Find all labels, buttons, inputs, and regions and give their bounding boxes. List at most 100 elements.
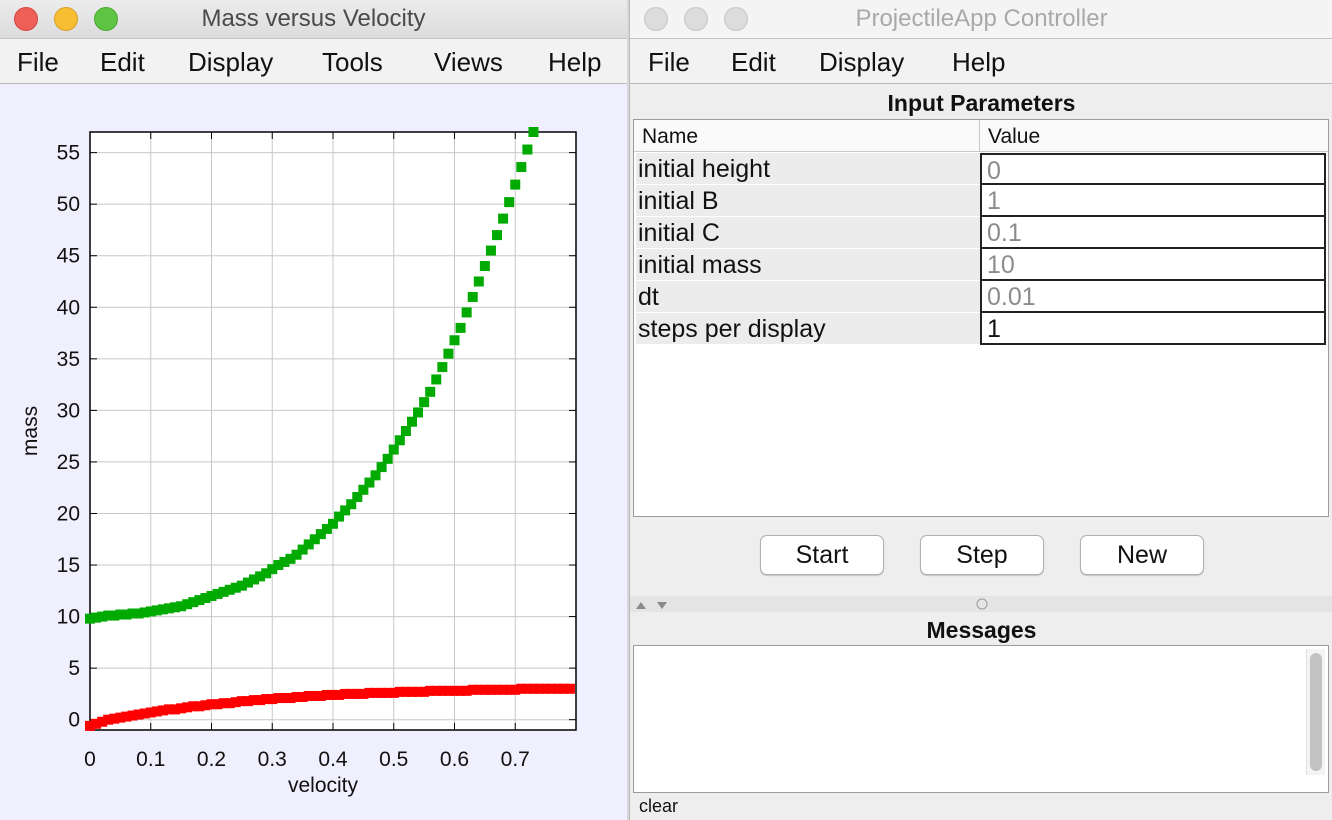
y-tick-label: 20 — [57, 502, 80, 525]
window-title: Mass versus Velocity — [201, 5, 426, 32]
minimize-window-button[interactable] — [684, 7, 708, 31]
menu-help[interactable]: Help — [952, 39, 1005, 85]
data-point — [528, 127, 539, 137]
param-name: steps per display — [636, 313, 980, 345]
messages-scrollbar[interactable] — [1306, 649, 1325, 775]
param-value-input[interactable]: 0 — [980, 153, 1326, 185]
x-tick-label: 0.1 — [136, 748, 165, 771]
data-point — [498, 213, 509, 224]
data-point — [504, 197, 515, 208]
new-button[interactable]: New — [1080, 535, 1204, 575]
menu-edit[interactable]: Edit — [731, 39, 776, 85]
data-point — [564, 683, 575, 694]
x-tick-label: 0.2 — [197, 748, 226, 771]
menu-bar: File Edit Display Help — [630, 39, 1332, 84]
table-body: initial height 0 initial B 1 initial C 0… — [634, 153, 1328, 345]
data-point — [394, 435, 405, 446]
column-header-value[interactable]: Value — [980, 120, 1328, 152]
x-tick-label: 0.3 — [258, 748, 287, 771]
menu-tools[interactable]: Tools — [322, 39, 383, 85]
zoom-window-button[interactable] — [724, 7, 748, 31]
data-point — [479, 261, 490, 272]
step-button[interactable]: Step — [920, 535, 1044, 575]
data-point — [522, 144, 533, 155]
param-name: initial mass — [636, 249, 980, 281]
menu-display[interactable]: Display — [188, 39, 273, 85]
y-tick-label: 15 — [57, 554, 80, 577]
divider-grip-icon[interactable] — [976, 598, 988, 610]
window-titlebar[interactable]: ProjectileApp Controller — [630, 0, 1332, 39]
data-point — [437, 362, 448, 373]
data-point — [443, 348, 454, 359]
window-title: ProjectileApp Controller — [855, 5, 1108, 32]
x-tick-label: 0.5 — [379, 748, 408, 771]
mass-velocity-window: Mass versus Velocity File Edit Display T… — [0, 0, 627, 820]
messages-area[interactable] — [633, 645, 1329, 793]
data-point — [413, 407, 424, 418]
param-name: initial B — [636, 185, 980, 217]
table-row: initial mass 10 — [636, 249, 1326, 281]
data-point — [492, 230, 503, 241]
y-tick-label: 50 — [57, 193, 80, 216]
y-axis-label: mass — [19, 406, 42, 456]
data-point — [388, 444, 399, 455]
menu-views[interactable]: Views — [434, 39, 503, 85]
data-point — [419, 397, 430, 408]
menu-help[interactable]: Help — [548, 39, 601, 85]
x-tick-label: 0.6 — [440, 748, 469, 771]
data-point — [510, 179, 521, 190]
expand-up-icon[interactable] — [636, 602, 646, 609]
menu-bar: File Edit Display Tools Views Help — [0, 39, 627, 84]
minimize-window-button[interactable] — [54, 7, 78, 31]
column-header-name[interactable]: Name — [634, 120, 980, 152]
data-point — [485, 245, 496, 256]
param-value-input[interactable]: 0.01 — [980, 281, 1326, 313]
start-button[interactable]: Start — [760, 535, 884, 575]
clear-messages-label[interactable]: clear — [639, 796, 678, 817]
data-point — [461, 307, 472, 318]
x-tick-label: 0.4 — [318, 748, 348, 771]
plot-panel[interactable]: 0 0.1 0.2 0.3 0.4 0.5 0.6 0.7 0 5 10 15 20 25 30 35 40 45… — [0, 84, 627, 820]
expand-down-icon[interactable] — [657, 602, 667, 609]
controller-window: ProjectileApp Controller File Edit Displ… — [629, 0, 1332, 820]
y-tick-label: 30 — [57, 399, 80, 422]
y-tick-label: 55 — [57, 142, 80, 165]
close-window-button[interactable] — [644, 7, 668, 31]
x-axis-label: velocity — [288, 774, 359, 797]
param-value-input[interactable]: 10 — [980, 249, 1326, 281]
mass-velocity-chart[interactable]: 0 0.1 0.2 0.3 0.4 0.5 0.6 0.7 0 5 10 15 20 25 30 35 40 45… — [0, 84, 627, 820]
table-row: initial B 1 — [636, 185, 1326, 217]
table-row: initial C 0.1 — [636, 217, 1326, 249]
zoom-window-button[interactable] — [94, 7, 118, 31]
y-tick-label: 10 — [57, 606, 80, 629]
y-tick-label: 45 — [57, 245, 80, 268]
parameters-table: Name Value initial height 0 initial B 1 … — [633, 119, 1329, 517]
messages-title: Messages — [926, 617, 1037, 643]
param-name: initial C — [636, 217, 980, 249]
param-value-input[interactable]: 0.1 — [980, 217, 1326, 249]
scrollbar-thumb[interactable] — [1310, 653, 1322, 771]
x-tick-label: 0.7 — [501, 748, 530, 771]
window-titlebar[interactable]: Mass versus Velocity — [0, 0, 627, 39]
data-point — [449, 335, 460, 346]
y-tick-label: 40 — [57, 296, 80, 319]
y-tick-label: 5 — [68, 657, 80, 680]
split-pane-divider[interactable] — [630, 596, 1332, 612]
menu-edit[interactable]: Edit — [100, 39, 145, 85]
menu-display[interactable]: Display — [819, 39, 904, 85]
y-tick-label: 35 — [57, 348, 80, 371]
data-point — [382, 453, 393, 464]
input-parameters-title: Input Parameters — [887, 90, 1076, 116]
table-row: dt 0.01 — [636, 281, 1326, 313]
data-point — [455, 322, 466, 333]
data-point — [467, 291, 478, 302]
param-value-input[interactable]: 1 — [980, 185, 1326, 217]
data-point — [406, 416, 417, 427]
param-value-input[interactable]: 1 — [980, 313, 1326, 345]
data-point — [473, 276, 484, 287]
y-tick-label: 0 — [68, 709, 80, 732]
close-window-button[interactable] — [14, 7, 38, 31]
menu-file[interactable]: File — [648, 39, 690, 85]
menu-file[interactable]: File — [17, 39, 59, 85]
data-point — [516, 162, 527, 173]
